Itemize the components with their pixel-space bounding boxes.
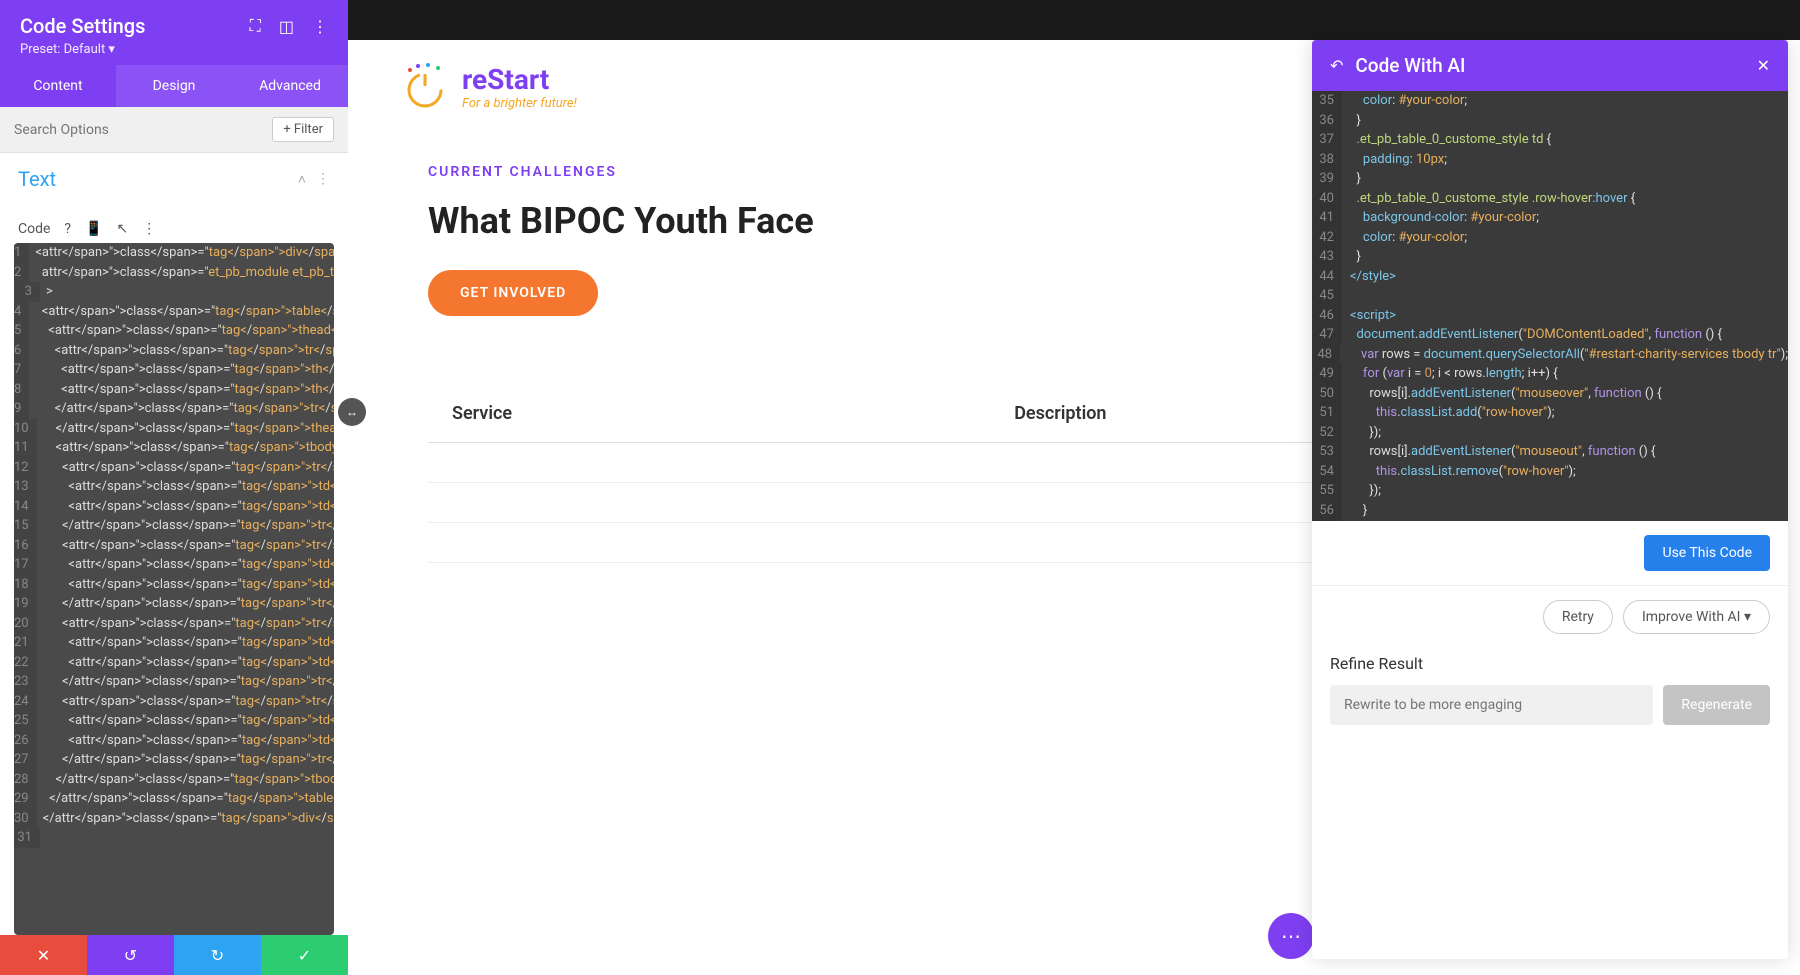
search-input[interactable] (14, 122, 272, 138)
top-dark-bar (348, 0, 1800, 40)
logo-icon (398, 60, 452, 114)
resize-handle[interactable]: ↔ (338, 398, 366, 426)
panel-header: Code Settings ⛶ ◫ ⋮ Preset: Default ▾ (0, 0, 348, 65)
ai-panel-title: Code With AI (1355, 54, 1744, 77)
hover-icon[interactable]: ↖ (116, 221, 128, 237)
use-code-button[interactable]: Use This Code (1644, 535, 1770, 571)
ai-panel-header: ↶ Code With AI ✕ (1312, 40, 1788, 91)
section-title[interactable]: Text (18, 167, 56, 191)
help-icon[interactable]: ? (64, 221, 71, 237)
code-more-icon[interactable]: ⋮ (142, 221, 156, 237)
panel-title: Code Settings (20, 14, 145, 38)
expand-icon[interactable]: ⛶ (250, 16, 261, 36)
filter-button[interactable]: + Filter (272, 117, 334, 142)
code-settings-panel: Code Settings ⛶ ◫ ⋮ Preset: Default ▾ Co… (0, 0, 348, 975)
cta-button[interactable]: GET INVOLVED (428, 270, 598, 316)
close-icon[interactable]: ✕ (1757, 56, 1770, 75)
preset-dropdown[interactable]: Preset: Default ▾ (20, 42, 328, 57)
redo-button[interactable]: ↻ (174, 935, 261, 975)
tab-content[interactable]: Content (0, 65, 116, 107)
code-field-row: Code ? 📱 ↖ ⋮ (0, 215, 348, 243)
logo-text: reStart (462, 63, 577, 96)
ai-code-view[interactable]: 35 color: #your-color;36 }37 .et_pb_tabl… (1312, 91, 1788, 521)
ai-panel: ↶ Code With AI ✕ 35 color: #your-color;3… (1312, 40, 1788, 959)
more-icon[interactable]: ⋮ (312, 17, 328, 36)
refine-label: Refine Result (1312, 654, 1788, 673)
text-section: Text ˄ ⋮ (0, 153, 348, 215)
section-more-icon[interactable]: ⋮ (316, 171, 330, 188)
refine-input[interactable] (1330, 685, 1653, 725)
tab-advanced[interactable]: Advanced (232, 65, 348, 107)
fab-button[interactable]: ⋯ (1268, 913, 1314, 959)
th-service: Service (428, 385, 990, 443)
main-heading: What BIPOC Youth Face (428, 200, 1320, 242)
eyebrow-text: CURRENT CHALLENGES (428, 164, 1320, 180)
mobile-icon[interactable]: 📱 (85, 221, 102, 237)
site-logo[interactable]: reStart For a brighter future! (398, 60, 577, 114)
improve-button[interactable]: Improve With AI ▾ (1623, 600, 1770, 634)
save-button[interactable]: ✓ (261, 935, 348, 975)
retry-button[interactable]: Retry (1543, 600, 1613, 634)
settings-tabs: Content Design Advanced (0, 65, 348, 107)
dock-icon[interactable]: ◫ (279, 17, 294, 36)
undo-button[interactable]: ↺ (87, 935, 174, 975)
logo-tagline: For a brighter future! (462, 96, 577, 111)
code-editor[interactable]: 1<attr</span>">class</span>="tag</span>"… (14, 243, 334, 935)
cancel-button[interactable]: ✕ (0, 935, 87, 975)
search-row: + Filter (0, 107, 348, 153)
bottom-actions: ✕ ↺ ↻ ✓ (0, 935, 348, 975)
back-icon[interactable]: ↶ (1330, 56, 1343, 75)
regenerate-button[interactable]: Regenerate (1663, 685, 1770, 725)
code-label: Code (18, 221, 50, 237)
collapse-icon[interactable]: ˄ (298, 171, 306, 188)
tab-design[interactable]: Design (116, 65, 232, 107)
